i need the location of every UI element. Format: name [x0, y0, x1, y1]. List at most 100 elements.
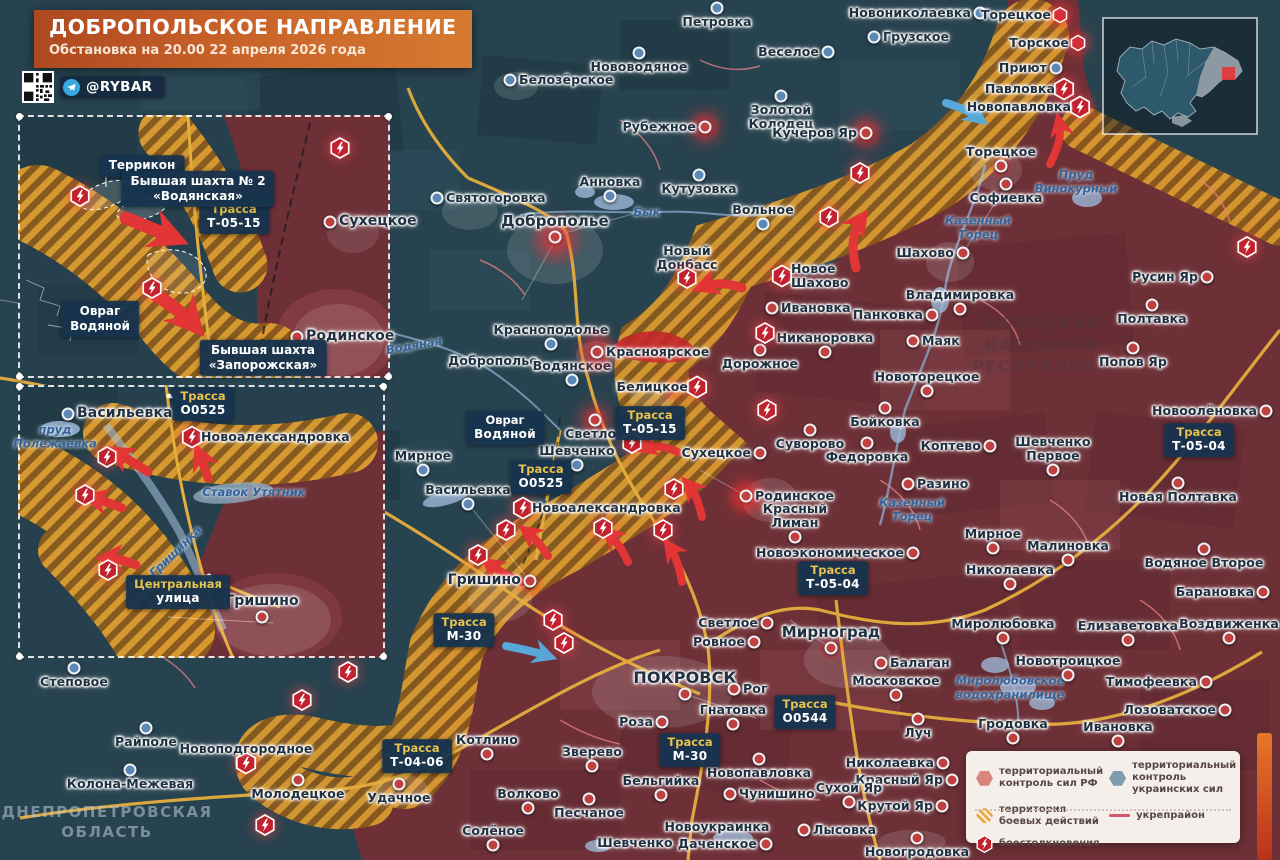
inset-corner-dot — [16, 653, 23, 660]
rivers — [380, 165, 1018, 730]
town-label: Лозоватское — [1124, 703, 1216, 717]
road-badge-kind: Трасса — [1172, 425, 1226, 439]
map-edge-highlight — [1257, 733, 1272, 860]
inset-corner-dot — [385, 113, 392, 120]
road-badge: ТрассаТ-05-04 — [1164, 423, 1234, 457]
town-label: Новогродовка — [865, 845, 969, 859]
town-dot-ua — [462, 498, 475, 511]
legend-item-clashes: боестолкновения — [976, 835, 1103, 853]
town-label: Белицкое — [616, 380, 688, 394]
town-dot-ru — [754, 447, 767, 460]
town-label: Доброполье — [501, 213, 609, 230]
town-label: Шахово — [896, 246, 954, 260]
town-label: Песчаное — [554, 806, 624, 820]
town-dot-ru — [586, 760, 599, 773]
inset-corner-dot — [385, 373, 392, 380]
town-label: Красный Яр — [855, 773, 943, 787]
town-label: Мирное — [395, 449, 451, 463]
town-dot-ru — [1062, 669, 1075, 682]
road-badge: ТрассаМ-30 — [433, 613, 494, 647]
area-of-interest-marker — [1222, 67, 1235, 80]
road-badge: ТрассаО0525 — [510, 460, 571, 494]
town-dot-ua — [571, 459, 584, 472]
town-dot-ru — [591, 346, 604, 359]
town-dot-ua — [757, 218, 770, 231]
town-dot-ru — [789, 531, 802, 544]
town-dot-ru — [879, 402, 892, 415]
clash-icon — [513, 497, 534, 520]
town-label: Гришино — [448, 573, 521, 589]
road-badge-number: М-30 — [441, 629, 486, 644]
inset-frame-shakhta — [18, 115, 390, 378]
town-label: Попов Яр — [1099, 355, 1167, 369]
clash-icon — [468, 544, 488, 566]
town-label: Мирное — [965, 527, 1021, 541]
clash-icon — [687, 376, 708, 399]
water-label: Водяная — [385, 334, 443, 357]
clash-icon — [664, 478, 684, 500]
town-label: Красный Лиман — [763, 502, 827, 530]
water-label: Пруд Винокурный — [1035, 168, 1118, 195]
town-dot-ru — [1200, 676, 1213, 689]
town-label: Николаевка — [846, 756, 934, 770]
town-label: Вольное — [732, 203, 794, 217]
map-legend: территориальный контроль сил РФ территор… — [966, 751, 1240, 843]
town-dot-ru — [727, 718, 740, 731]
town-dot-ru — [728, 683, 741, 696]
clash-icon — [292, 689, 312, 711]
town-dot-ru — [655, 789, 668, 802]
road-badge-kind: Трасса — [390, 741, 444, 755]
town-dot-ua — [822, 46, 835, 59]
town-dot-ru — [1198, 543, 1211, 556]
stronghold-icon — [1071, 35, 1086, 52]
map-canvas: ДОНЕЦКАЯ НАРОДНАЯ РЕСПУБЛИКАДНЕПРОПЕТРОВ… — [0, 0, 1280, 860]
town-label: Суворово — [776, 437, 845, 451]
town-label: Софиевка — [969, 191, 1042, 205]
clash-icon — [757, 399, 777, 421]
town-dot-ru — [1172, 477, 1185, 490]
town-label: Грузское — [883, 30, 949, 44]
town-dot-ru — [911, 832, 924, 845]
town-dot-ru — [1223, 632, 1236, 645]
legend-item-rf-control: территориальный контроль сил РФ — [976, 760, 1103, 797]
town-label: Рог — [743, 682, 768, 696]
town-dot-ru — [1000, 178, 1013, 191]
town-label: Сухой Яр — [816, 781, 882, 795]
town-dot-ua — [504, 74, 517, 87]
town-dot-ru — [995, 160, 1008, 173]
town-label: ПОКРОВСК — [633, 669, 736, 687]
ua-control-icon — [1109, 771, 1126, 786]
road-badge-kind: Трасса — [623, 408, 677, 422]
town-label: Красноярское — [606, 345, 709, 359]
road-badge: ТрассаМ-30 — [659, 733, 720, 767]
town-label: Новая Полтавка — [1119, 490, 1237, 504]
legend-item-fortified: укрепрайон — [1109, 804, 1236, 828]
town-label: Тимофеевка — [1106, 675, 1197, 689]
town-dot-ru — [1201, 271, 1214, 284]
legend-label: территориальный контроль сил РФ — [999, 766, 1103, 790]
legend-label: боестолкновения — [999, 838, 1100, 850]
town-dot-ua — [633, 47, 646, 60]
town-label: Никаноровка — [777, 331, 874, 345]
town-label: Петровка — [682, 15, 751, 29]
town-dot-ru — [760, 838, 773, 851]
town-label: Луч — [904, 726, 931, 740]
town-label: Воздвиженка — [1179, 617, 1279, 631]
town-label: Приют — [999, 61, 1047, 75]
town-dot-ru — [987, 542, 1000, 555]
fortified-line-icon — [1109, 814, 1130, 817]
inset-corner-dot — [380, 653, 387, 660]
town-dot-ru — [997, 632, 1010, 645]
town-label: Сухецкое — [682, 446, 751, 460]
town-label: Крутой Яр — [857, 799, 933, 813]
town-dot-ru — [890, 689, 903, 702]
town-label: Молодецкое — [251, 787, 344, 801]
town-label: Федоровка — [826, 450, 909, 464]
road-badge-kind: Трасса — [441, 615, 486, 629]
town-label: Водяное Второе — [1144, 556, 1263, 570]
combat-zone-band — [261, 36, 1280, 803]
town-label: Полтавка — [1117, 312, 1187, 326]
town-label: Новоэкономическое — [756, 546, 904, 560]
road-badge-number: Т-05-04 — [806, 577, 860, 592]
town-dot-ru — [766, 302, 779, 315]
